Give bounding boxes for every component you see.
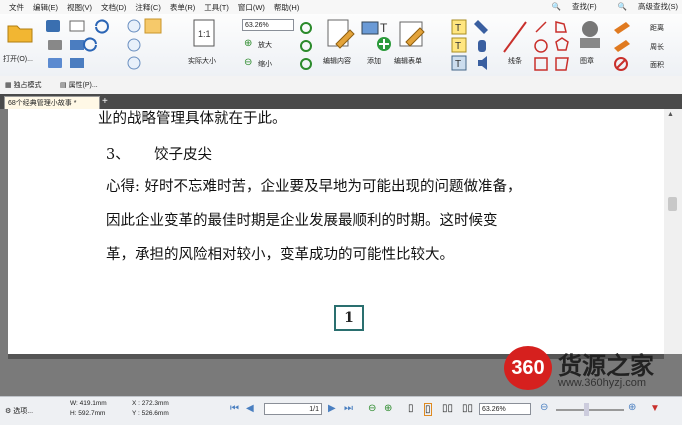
page-width: W: 419.1mm (70, 400, 107, 407)
text-line-3: 革，承担的风险相对较小，变革成功的可能性比较大。 (106, 247, 454, 263)
menu-bar: 文件 编辑(E) 视图(V) 文档(D) 注释(C) 表单(R) 工具(T) 窗… (0, 0, 682, 14)
shapes-icons[interactable] (532, 18, 572, 74)
status-zoom-in-icon[interactable]: ⊕ (628, 402, 636, 413)
edit-content-label[interactable]: 编辑内容 (323, 56, 351, 66)
exclusive-mode-label: 独占模式 (13, 82, 42, 89)
menu-view[interactable]: 视图(V) (67, 2, 92, 13)
open-label[interactable]: 打开(O)... (3, 54, 33, 64)
watermark-name: 货源之家 (558, 353, 654, 380)
text-line-1: 心得: 好时不忘难时苦，企业要及早地为可能出现的问题做准备， (106, 179, 522, 195)
status-bar: ⚙ 选项... W: 419.1mm H: 592.7mm X : 272.3m… (0, 396, 682, 425)
add-icon[interactable]: T (360, 18, 394, 52)
scroll-up-icon[interactable]: ▲ (667, 111, 674, 118)
prev-page-icon[interactable]: ◀ (246, 403, 254, 414)
line-label[interactable]: 线条 (508, 56, 522, 66)
pdf-menu-icon[interactable]: ▼ (650, 403, 660, 414)
tab-title: 68个经典管理小故事 * (8, 100, 77, 107)
zoom-in-icon[interactable]: ⊕ (244, 38, 252, 49)
last-page-icon[interactable]: ⏭ (344, 403, 353, 414)
menu-document[interactable]: 文档(D) (101, 2, 126, 13)
svg-text:T: T (380, 21, 388, 35)
continuous-page-icon[interactable]: ▯ (424, 403, 432, 416)
menu-help[interactable]: 帮助(H) (274, 2, 299, 13)
options-label: 选项... (13, 408, 34, 415)
zoom-out-label[interactable]: 缩小 (258, 59, 272, 69)
text-line-2: 因此企业变革的最佳时期是企业发展最顺利的时期。这时候变 (106, 213, 498, 229)
stamp-label[interactable]: 图章 (580, 56, 594, 66)
zoom-slider[interactable] (556, 409, 624, 411)
back-icon[interactable]: ⊖ (368, 403, 376, 414)
status-zoom-out-icon[interactable]: ⊖ (540, 402, 548, 413)
perimeter-label[interactable]: 周长 (650, 42, 664, 52)
svg-text:T: T (455, 23, 461, 34)
heading-number: 3、 (106, 147, 130, 163)
vertical-scrollbar[interactable]: ▲ (664, 109, 682, 354)
text-line-0: 业的战略管理具体就在于此。 (98, 111, 287, 127)
zoom-out-icon[interactable]: ⊖ (244, 57, 252, 68)
single-page-icon[interactable]: ▯ (408, 403, 414, 414)
advanced-find-label: 高级查找(S) (638, 2, 678, 11)
next-page-icon[interactable]: ▶ (328, 403, 336, 414)
zoom-in-label[interactable]: 放大 (258, 40, 272, 50)
svg-text:1:1: 1:1 (198, 29, 211, 39)
cursor-x: X : 272.3mm (132, 400, 169, 407)
open-folder-icon[interactable] (6, 20, 34, 44)
svg-text:T: T (455, 41, 461, 52)
menu-comment[interactable]: 注释(C) (135, 2, 160, 13)
menu-tools[interactable]: 工具(T) (204, 2, 229, 13)
stamp-icon[interactable] (576, 18, 604, 52)
properties-label: 属性(P)... (68, 82, 98, 89)
exclusive-mode-button[interactable]: ▦ 独占模式 (5, 80, 42, 90)
first-page-icon[interactable]: ⏮ (230, 403, 239, 414)
zoom-select[interactable]: 63.26% (242, 19, 294, 31)
forward-icon[interactable]: ⊕ (384, 403, 392, 414)
ribbon-toolbar: 打开(O)... 1:1 实际大小 63.26% ⊕ 放大 ⊖ 缩小 编辑内容 (0, 14, 682, 77)
new-tab-icon[interactable]: + (102, 96, 108, 107)
rotate-icons[interactable] (298, 20, 314, 72)
watermark-url: www.360hyzj.com (558, 377, 647, 389)
actual-size-label[interactable]: 实际大小 (188, 56, 216, 66)
find-button[interactable]: 🔍 查找(F) (552, 1, 597, 12)
edit-form-label[interactable]: 编辑表单 (394, 56, 422, 66)
page-number-box: 1 (334, 305, 364, 331)
edit-content-icon[interactable] (326, 18, 356, 52)
measure-icons[interactable] (612, 20, 632, 72)
menu-window[interactable]: 窗口(W) (238, 2, 265, 13)
menu-edit[interactable]: 编辑(E) (33, 2, 58, 13)
menu-file[interactable]: 文件 (9, 2, 24, 13)
zoom-slider-thumb[interactable] (584, 403, 589, 416)
sub-toolbar: ▦ 独占模式 ▤ 属性(P)... (0, 76, 682, 95)
menu-form[interactable]: 表单(R) (170, 2, 195, 13)
watermark-badge: 360 (504, 346, 552, 390)
status-zoom-value: 63.26% (482, 406, 506, 413)
pdf-page: 业的战略管理具体就在于此。 3、 饺子皮尖 心得: 好时不忘难时苦，企业要及早地… (8, 109, 664, 354)
scroll-thumb[interactable] (668, 197, 677, 211)
facing-page-icon[interactable]: ▯▯ (442, 403, 453, 414)
continuous-facing-icon[interactable]: ▯▯ (462, 403, 473, 414)
area-label[interactable]: 面积 (650, 60, 664, 70)
typewriter-tools-icons[interactable]: T T T (450, 18, 496, 74)
advanced-find-button[interactable]: 🔍 高级查找(S) (618, 1, 678, 12)
status-zoom-select[interactable]: 63.26% (479, 403, 531, 415)
quick-tools-icons[interactable] (44, 18, 164, 74)
distance-label[interactable]: 距离 (650, 23, 664, 33)
tab-document[interactable]: 68个经典管理小故事 * (4, 96, 100, 109)
actual-size-icon[interactable]: 1:1 (192, 18, 216, 48)
properties-button[interactable]: ▤ 属性(P)... (60, 80, 98, 90)
cursor-y: Y : 526.6mm (132, 410, 169, 417)
page-input[interactable]: 1/1 (264, 403, 322, 415)
heading-text: 饺子皮尖 (154, 147, 212, 163)
page-total: 1 (315, 406, 319, 413)
edit-form-icon[interactable] (398, 18, 428, 52)
svg-text:T: T (455, 59, 461, 70)
find-label: 查找(F) (571, 2, 597, 11)
options-button[interactable]: ⚙ 选项... (5, 406, 33, 416)
line-icon[interactable] (500, 18, 530, 54)
zoom-value: 63.26% (245, 22, 269, 29)
page-current: 1 (309, 406, 314, 413)
add-label[interactable]: 添加 (367, 56, 381, 66)
page-height: H: 592.7mm (70, 410, 106, 417)
